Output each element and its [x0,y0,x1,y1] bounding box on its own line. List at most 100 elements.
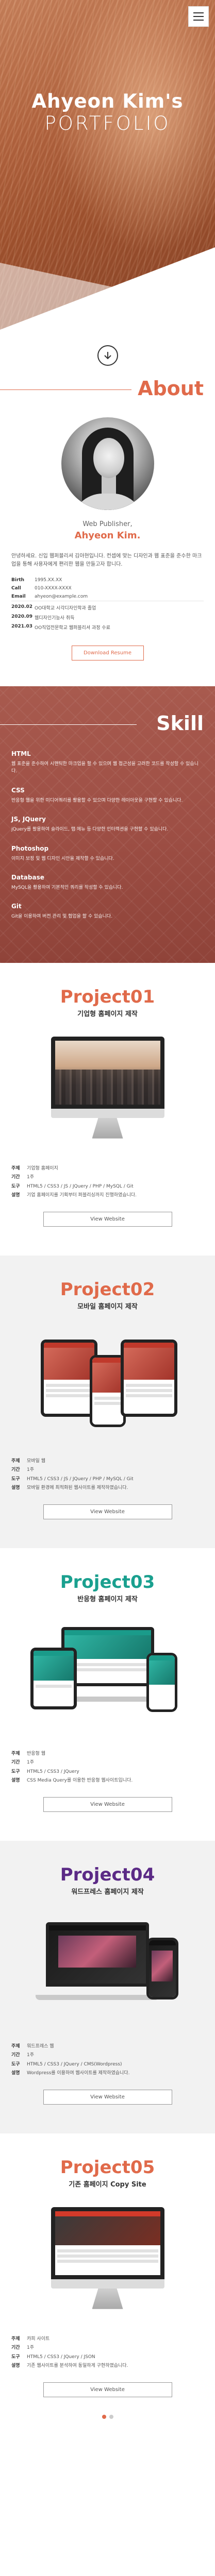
tablet-mockup [30,1647,77,1709]
project-info-row: 도구 HTML5 / CSS3 / JQuery [11,1768,204,1777]
skill-title: CSS [11,786,25,794]
project-info-value: 모바일 환경에 최적화된 웹사이트를 제작하였습니다. [27,1485,128,1491]
pagination-dots [0,2411,215,2421]
project-subtitle: 모바일 홈페이지 제작 [77,1302,138,1311]
project-info-row: 기간 1주 [11,1466,204,1475]
skill-heading-wrap: Skill [0,712,204,737]
phone-mockup [146,1652,177,1712]
skill-heading: Skill [156,712,204,735]
hero-title-line1: Ahyeon Kim's [31,90,184,112]
history-date: 2021.03 [11,624,32,629]
skill-item: Database MySQL을 활용하여 기본적인 쿼리를 작성할 수 있습니다… [11,874,204,891]
project-info-row: 설명 Wordpress를 이용하여 웹사이트를 제작하였습니다. [11,2069,204,2078]
projects-container: Project01 기업형 홈페이지 제작 주제 기업형 홈페이지 기간 1주 … [0,963,215,2426]
project-section: Project04 워드프레스 홈페이지 제작 주제 워드프레스 웹 기간 1주… [0,1840,215,2133]
project-info-row: 설명 CSS Media Query를 이용한 반응형 웹사이트입니다. [11,1776,204,1786]
pagination-dot[interactable] [109,2414,113,2419]
project-subtitle: 워드프레스 홈페이지 제작 [71,1888,144,1896]
skill-list: HTML 웹 표준을 준수하여 시맨틱한 마크업을 할 수 있으며 웹 접근성을… [11,750,204,921]
view-website-button[interactable]: View Website [43,2089,172,2105]
project-info-row: 설명 모바일 환경에 최적화된 웹사이트를 제작하였습니다. [11,1484,204,1493]
project-info-value: 기존 웹사이트를 분석하여 동일하게 구현하였습니다. [27,2363,128,2369]
skill-heading-line [0,724,137,725]
project-info-table: 주제 반응형 웹 기간 1주 도구 HTML5 / CSS3 / JQuery … [11,1750,204,1786]
arrow-down-icon [104,352,111,360]
project-info-key: 설명 [11,2071,20,2076]
profile-role: Web Publisher, [82,520,133,528]
skill-desc: Git을 이용하여 버전 관리 및 협업을 할 수 있습니다. [11,914,113,920]
info-key: Email [11,594,26,599]
laptop-mockup [45,1922,149,1987]
download-resume-button[interactable]: Download Resume [71,646,144,660]
project-info-key: 기간 [11,1467,20,1473]
project-info-row: 주제 워드프레스 웹 [11,2042,204,2052]
project-info-value: HTML5 / CSS3 / JS / JQuery / PHP / MySQL… [27,1476,134,1482]
skill-title: Git [11,903,22,910]
project-info-key: 도구 [11,2061,20,2067]
skill-item: Git Git을 이용하여 버전 관리 및 협업을 할 수 있습니다. [11,903,204,920]
view-website-button[interactable]: View Website [43,2382,172,2397]
hero-section: Ahyeon Kim's PORTFOLIO [0,0,215,330]
project-info-row: 기간 1주 [11,2344,204,2353]
project-info-row: 기간 1주 [11,1173,204,1182]
info-value: ahyeon@example.com [35,594,88,599]
project-info-key: 주제 [11,2043,20,2049]
pagination-dot-active[interactable] [102,2414,106,2419]
profile-intro: 안녕하세요. 신입 웹퍼블리셔 김아현입니다. 컨셉에 맞는 디자인과 웹 표준… [11,553,202,567]
history-desc: 웹디자인기능사 취득 [35,616,75,621]
project-section: Project02 모바일 홈페이지 제작 주제 모바일 웹 기간 1주 도구 … [0,1255,215,1548]
skill-desc: 이미지 보정 및 웹 디자인 시안을 제작할 수 있습니다. [11,856,114,861]
project-info-value: 1주 [27,1467,35,1473]
info-key: Birth [11,578,25,583]
project-info-value: HTML5 / CSS3 / JS / JQuery / PHP / MySQL… [27,1183,134,1189]
project-info-key: 도구 [11,2354,20,2360]
project-info-value: 카피 사이트 [27,2336,50,2342]
history-date: 2020.02 [11,601,35,613]
hero-title: Ahyeon Kim's PORTFOLIO [0,90,215,134]
hamburger-menu-button[interactable] [188,6,209,27]
project-info-value: 1주 [27,2345,35,2351]
tablet-mockup [40,1339,97,1417]
view-website-button[interactable]: View Website [43,1211,172,1227]
project-info-value: 1주 [27,2053,35,2058]
project-info-row: 설명 기업 홈페이지를 기획부터 퍼블리싱까지 진행하였습니다. [11,1191,204,1200]
project-title: Project01 [60,986,155,1007]
project-title: Project02 [60,1279,155,1300]
history-row: 2021.03 OO직업전문학교 웹퍼블리셔 과정 수료 [11,622,204,632]
view-website-button[interactable]: View Website [43,1504,172,1519]
project-title: Project04 [60,1864,155,1885]
project-info-key: 설명 [11,1193,20,1198]
info-row: Birth 1995.XX.XX [11,576,204,584]
history-row: 2020.09 웹디자인기능사 취득 [11,613,204,622]
project-info-value: 기업 홈페이지를 기획부터 퍼블리싱까지 진행하였습니다. [27,1193,137,1198]
skill-desc: 웹 표준을 준수하여 시맨틱한 마크업을 할 수 있으며 웹 접근성을 고려한 … [11,761,199,774]
about-heading-line [0,389,131,390]
imac-mockup [51,2207,164,2309]
skill-title: Database [11,873,44,881]
project-subtitle: 기업형 홈페이지 제작 [77,1010,138,1018]
tablet-mockup [120,1339,177,1417]
about-section: About Web Publisher, Ahyeon Kim. 안녕하세요. … [0,330,215,686]
project-info-table: 주제 워드프레스 웹 기간 1주 도구 HTML5 / CSS3 / JQuer… [11,2042,204,2078]
skill-item: CSS 반응형 웹을 위한 미디어쿼리를 활용할 수 있으며 다양한 레이아웃을… [11,787,204,804]
view-website-button[interactable]: View Website [43,1797,172,1812]
project-section: Project01 기업형 홈페이지 제작 주제 기업형 홈페이지 기간 1주 … [0,963,215,1256]
profile-name: Ahyeon Kim. [74,530,141,541]
skill-item: Photoshop 이미지 보정 및 웹 디자인 시안을 제작할 수 있습니다. [11,845,204,862]
info-value: 010-XXXX-XXXX [35,586,72,591]
project-info-row: 기간 1주 [11,2051,204,2060]
project-section: Project03 반응형 홈페이지 제작 주제 반응형 웹 기간 1주 도구 … [0,1548,215,1841]
project-info-row: 도구 HTML5 / CSS3 / JQuery / CMS(Wordpress… [11,2060,204,2070]
project-info-row: 도구 HTML5 / CSS3 / JQuery / JSON [11,2353,204,2362]
project-info-value: 1주 [27,1175,35,1180]
project-info-value: Wordpress를 이용하여 웹사이트를 제작하였습니다. [27,2071,130,2076]
project-info-key: 기간 [11,2053,20,2058]
skill-title: Photoshop [11,844,49,852]
project-info-value: 기업형 홈페이지 [27,1165,58,1171]
hero-diagonal-cut [0,232,215,330]
scroll-down-button[interactable] [97,345,118,366]
project-info-key: 기간 [11,2345,20,2351]
project-info-row: 주제 반응형 웹 [11,1750,204,1759]
project-section: Project05 기존 홈페이지 Copy Site 주제 카피 사이트 기간… [0,2133,215,2426]
skill-desc: MySQL을 활용하여 기본적인 쿼리를 작성할 수 있습니다. [11,885,123,890]
